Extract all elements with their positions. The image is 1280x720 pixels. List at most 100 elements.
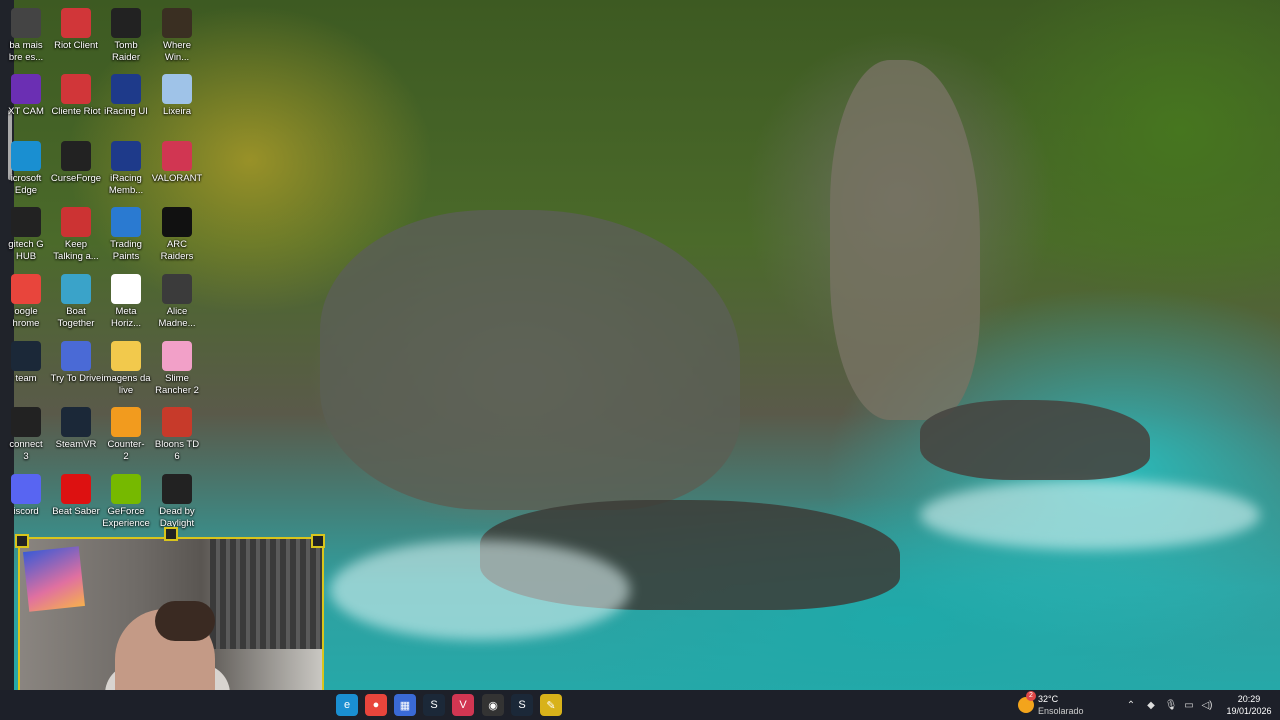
store-icon[interactable]: ▦: [394, 694, 416, 716]
desktop-icon[interactable]: ARC Raiders: [151, 203, 203, 269]
connect-icon: [11, 407, 41, 437]
riot-icon: [61, 8, 91, 38]
desktop-icon[interactable]: SteamVR: [50, 403, 102, 469]
steam-icon[interactable]: S: [511, 694, 533, 716]
desktop-icon[interactable]: Keep Talking a...: [50, 203, 102, 269]
steam-icon[interactable]: S: [423, 694, 445, 716]
network-icon[interactable]: ▭: [1180, 690, 1198, 720]
trading-paints-icon: [111, 207, 141, 237]
weather-badge: 2: [1026, 691, 1036, 701]
desktop-icon[interactable]: Bloons TD 6: [151, 403, 203, 469]
meta-icon: [111, 274, 141, 304]
microphone-icon[interactable]: 🎙︎: [1162, 690, 1180, 720]
desktop-icon[interactable]: connect 3: [0, 403, 52, 469]
iracing-icon: [111, 141, 141, 171]
chrome-icon[interactable]: ●: [365, 694, 387, 716]
desktop-icon[interactable]: CurseForge: [50, 137, 102, 203]
desktop-icon[interactable]: Riot Client: [50, 4, 102, 70]
nzxt-icon: [11, 74, 41, 104]
desktop-icon[interactable]: Lixeira: [151, 70, 203, 136]
valorant-icon[interactable]: V: [452, 694, 474, 716]
webcam-corner-tl: [15, 534, 29, 548]
volume-icon[interactable]: ◁): [1198, 690, 1216, 720]
tomb-raider-icon: [111, 8, 141, 38]
desktop-icon-label: Counter- 2: [107, 439, 145, 462]
desktop-icon[interactable]: iRacing Memb...: [100, 137, 152, 203]
wallpaper-cliff: [830, 60, 980, 420]
webcam-curtain: [210, 539, 322, 649]
webcam-overlay: [18, 537, 324, 705]
desktop-icon-label: SteamVR: [55, 439, 97, 450]
desktop-icon[interactable]: Counter- 2: [100, 403, 152, 469]
desktop-icon-label: Riot Client: [54, 40, 98, 51]
desktop-icon[interactable]: Tomb Raider: [100, 4, 152, 70]
gear-icon: [11, 8, 41, 38]
desktop-icon-label: ARC Raiders: [160, 239, 194, 262]
desktop-icon[interactable]: icrosoft Edge: [0, 137, 52, 203]
desktop-icon[interactable]: ba mais bre es...: [0, 4, 52, 70]
desktop-icon-label: Meta Horiz...: [110, 306, 142, 329]
desktop-icon-label: gitech G HUB: [8, 239, 44, 262]
webcam-person-hair: [155, 601, 215, 641]
clock-time: 20:29: [1237, 694, 1261, 704]
desktop-icon-label: GeForce Experience: [102, 506, 150, 529]
desktop-icon[interactable]: XT CAM: [0, 70, 52, 136]
desktop-icon[interactable]: Cliente Riot: [50, 70, 102, 136]
desktop-icon-label: Trading Paints: [110, 239, 142, 262]
desktop-icon-label: imagens da live: [101, 373, 151, 396]
desktop-icon-label: iRacing Memb...: [108, 173, 144, 196]
clock-date: 19/01/2026: [1226, 706, 1272, 716]
desktop-icon[interactable]: VALORANT: [151, 137, 203, 203]
obs-icon[interactable]: ◉: [482, 694, 504, 716]
desktop-icon-label: Bloons TD 6: [154, 439, 200, 462]
desktop-icon-label: XT CAM: [8, 106, 44, 117]
desktop-icon[interactable]: Boat Together: [50, 270, 102, 336]
webcam-corner-tr: [311, 534, 325, 548]
car-icon: [61, 341, 91, 371]
desktop-icon[interactable]: Meta Horiz...: [100, 270, 152, 336]
chevron-up-icon[interactable]: ⌃: [1122, 690, 1140, 720]
desktop-icon-label: Tomb Raider: [112, 40, 140, 63]
weather-temperature: 32°C: [1038, 694, 1059, 704]
arc-raiders-icon: [162, 207, 192, 237]
steam-icon: [11, 341, 41, 371]
desktop-icon-label: Slime Rancher 2: [155, 373, 199, 396]
iracing-icon: [111, 74, 141, 104]
desktop-icon[interactable]: Beat Saber: [50, 470, 102, 536]
webcam-poster: [23, 546, 85, 612]
app-tray-icon[interactable]: ◆: [1142, 690, 1160, 720]
edge-icon[interactable]: e: [336, 694, 358, 716]
desktop-icon[interactable]: iscord: [0, 470, 52, 536]
tool-icon[interactable]: ✎: [540, 694, 562, 716]
desktop-icon[interactable]: imagens da live: [100, 337, 152, 403]
bomb-icon: [61, 207, 91, 237]
riot-icon: [61, 74, 91, 104]
desktop-icon[interactable]: Alice Madne...: [151, 270, 203, 336]
desktop-icon[interactable]: Trading Paints: [100, 203, 152, 269]
beat-saber-icon: [61, 474, 91, 504]
game-icon: [162, 274, 192, 304]
wallpaper-rapids: [920, 480, 1260, 550]
wallpaper-rocks-right: [920, 400, 1150, 480]
ghub-icon: [11, 207, 41, 237]
edge-icon: [11, 141, 41, 171]
desktop-icon-label: Where Win...: [163, 40, 191, 63]
desktop-icon[interactable]: Try To Drive: [50, 337, 102, 403]
desktop-icon-label: oogle hrome: [12, 306, 40, 329]
system-clock[interactable]: 20:29 19/01/2026: [1222, 693, 1276, 717]
desktop-icon[interactable]: GeForce Experience: [100, 470, 152, 536]
folder-icon: [111, 341, 141, 371]
desktop-icon-label: Boat Together: [57, 306, 95, 329]
desktop-icon[interactable]: team: [0, 337, 52, 403]
desktop-icon[interactable]: Where Win...: [151, 4, 203, 70]
desktop-icon[interactable]: Slime Rancher 2: [151, 337, 203, 403]
boat-icon: [61, 274, 91, 304]
bloons-icon: [162, 407, 192, 437]
dbd-icon: [162, 474, 192, 504]
counter-strike-icon: [111, 407, 141, 437]
desktop-icon[interactable]: iRacing UI: [100, 70, 152, 136]
desktop-icon[interactable]: gitech G HUB: [0, 203, 52, 269]
desktop-icon-label: VALORANT: [151, 173, 203, 184]
desktop-icon[interactable]: oogle hrome: [0, 270, 52, 336]
desktop-icon-label: Cliente Riot: [51, 106, 101, 117]
